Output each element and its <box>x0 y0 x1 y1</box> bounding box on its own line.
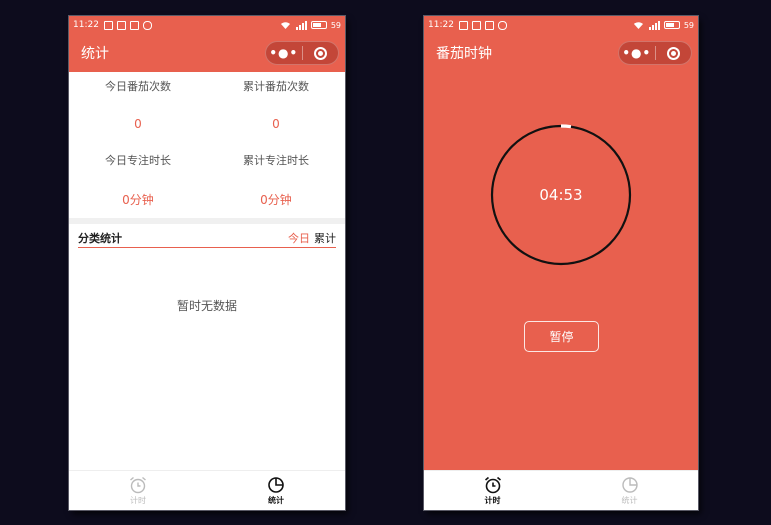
pause-button[interactable]: 暂停 <box>524 321 599 352</box>
shield-icon <box>497 20 507 30</box>
tab-bar: 计时 统计 <box>424 470 698 510</box>
close-button[interactable] <box>303 46 339 60</box>
stats-grid: 今日番茄次数 0 累计番茄次数 0 今日专注时长 0分钟 累计专注时长 0分钟 <box>69 72 345 220</box>
miniprogram-capsule: •●• <box>618 41 692 65</box>
more-button[interactable]: •●• <box>619 46 655 60</box>
nav-bar: 番茄时钟 •●• <box>424 34 698 72</box>
sim-icon <box>458 20 468 30</box>
pie-chart-icon <box>621 476 638 493</box>
battery-icon <box>663 21 680 29</box>
nav-bar: 统计 •●• <box>69 34 345 72</box>
tabbar-item-stats[interactable]: 统计 <box>561 471 698 510</box>
status-bar: 11:22 59 <box>424 16 698 34</box>
tab-today[interactable]: 今日 <box>288 230 310 246</box>
stat-value: 0分钟 <box>122 193 154 207</box>
signal-icon <box>295 20 307 30</box>
alarm-clock-icon <box>130 476 146 493</box>
image-icon <box>116 20 126 30</box>
status-time: 11:22 <box>73 20 99 30</box>
stat-label: 今日专注时长 <box>105 154 171 167</box>
tabbar-item-stats[interactable]: 统计 <box>207 471 345 510</box>
signal-icon <box>648 20 660 30</box>
tabbar-label: 计时 <box>484 495 501 505</box>
status-bar: 11:22 59 <box>69 16 345 34</box>
timer-screen: 11:22 59 番茄时钟 •●• 04:53 暂停 计时 统计 <box>424 16 698 510</box>
sim-icon <box>103 20 113 30</box>
battery-icon <box>310 21 327 29</box>
battery-level: 59 <box>330 20 341 30</box>
stat-total-duration: 累计专注时长 0分钟 <box>207 152 345 208</box>
status-time: 11:22 <box>428 20 454 30</box>
category-header: 分类统计 今日 累计 <box>78 228 336 248</box>
stat-label: 累计专注时长 <box>243 154 309 167</box>
tab-bar: 计时 统计 <box>69 470 345 510</box>
close-circle-icon <box>313 46 327 60</box>
miniprogram-capsule: •●• <box>265 41 339 65</box>
tabbar-label: 计时 <box>130 495 146 505</box>
tabbar-label: 统计 <box>268 495 284 505</box>
tabbar-item-timer[interactable]: 计时 <box>424 471 561 510</box>
stat-label: 累计番茄次数 <box>243 80 309 93</box>
stat-total-count: 累计番茄次数 0 <box>207 78 345 131</box>
section-divider <box>69 218 345 224</box>
tabbar-item-timer[interactable]: 计时 <box>69 471 207 510</box>
stat-value: 0分钟 <box>260 193 292 207</box>
pie-chart-icon <box>268 476 284 493</box>
stat-label: 今日番茄次数 <box>105 80 171 93</box>
mail-icon <box>484 20 494 30</box>
stat-value: 0 <box>272 117 280 131</box>
timer-countdown: 04:53 <box>539 186 583 204</box>
alarm-clock-icon <box>484 476 501 493</box>
stats-screen: 11:22 59 统计 •●• 今日番茄次数 0 累计番茄次数 0 今日专注时长 <box>69 16 345 510</box>
tab-total[interactable]: 累计 <box>314 230 336 246</box>
page-title: 统计 <box>81 46 109 62</box>
more-button[interactable]: •●• <box>266 46 302 60</box>
empty-state-text: 暂时无数据 <box>176 299 237 313</box>
category-title: 分类统计 <box>78 231 122 245</box>
battery-level: 59 <box>683 20 694 30</box>
image-icon <box>471 20 481 30</box>
mail-icon <box>129 20 139 30</box>
stat-today-count: 今日番茄次数 0 <box>69 78 207 131</box>
stat-today-duration: 今日专注时长 0分钟 <box>69 152 207 208</box>
shield-icon <box>142 20 152 30</box>
stat-value: 0 <box>134 117 142 131</box>
close-button[interactable] <box>656 46 692 60</box>
tabbar-label: 统计 <box>621 495 638 505</box>
wifi-icon <box>280 21 290 29</box>
close-circle-icon <box>666 46 680 60</box>
wifi-icon <box>633 21 643 29</box>
page-title: 番茄时钟 <box>436 46 492 62</box>
